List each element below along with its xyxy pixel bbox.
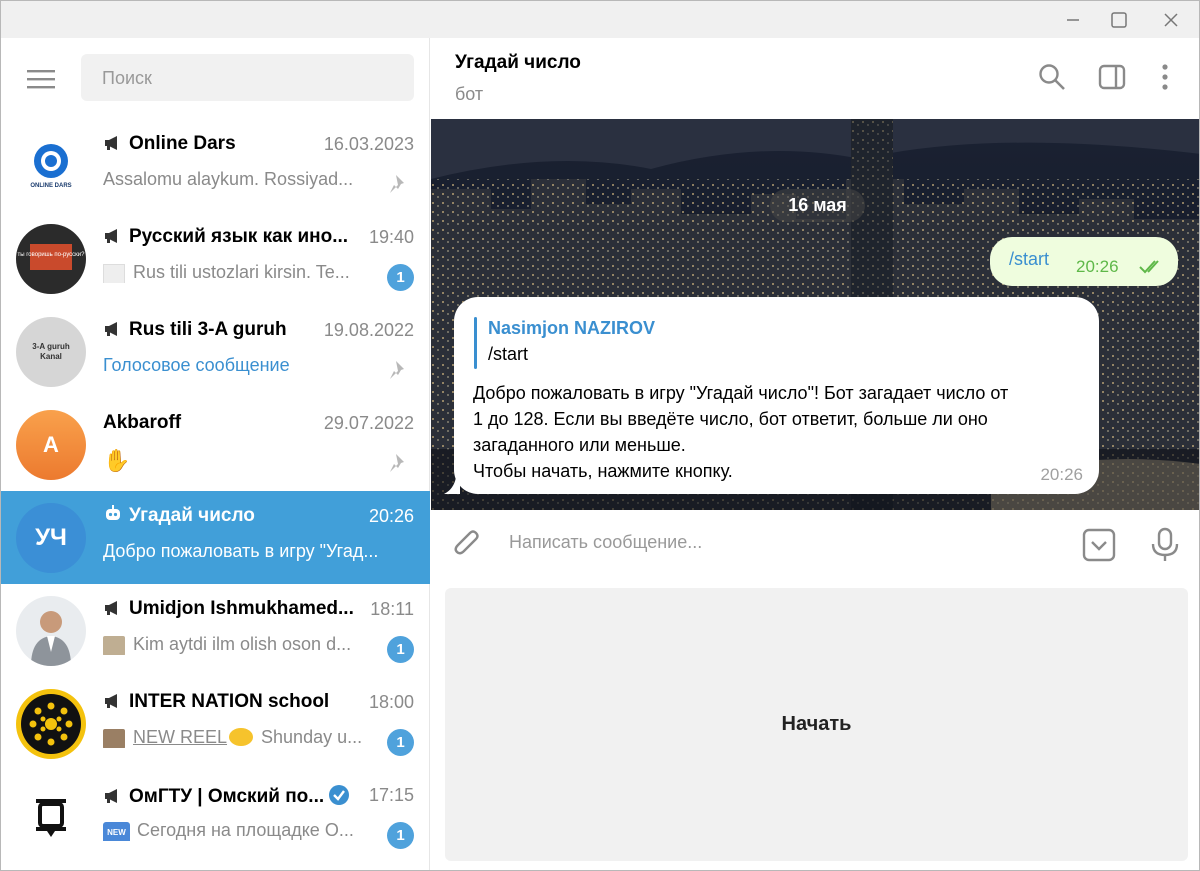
chat-time: 20:26: [368, 506, 414, 526]
chat-name: INTER NATION school: [103, 691, 363, 713]
maximize-button[interactable]: [1096, 1, 1142, 38]
thumbnail: [103, 264, 125, 283]
chat-item-online-dars[interactable]: ONLINE DARS Online Dars 16.03.2023 Assal…: [1, 119, 430, 212]
sunglasses-emoji-icon: [229, 728, 254, 746]
chat-item-umidjon[interactable]: Umidjon Ishmukhamed... 18:11 Kim aytdi i…: [1, 584, 430, 677]
search-icon[interactable]: [1037, 62, 1067, 92]
read-checkmarks-icon: [1139, 260, 1159, 274]
message-text: /start: [1009, 249, 1050, 269]
chat-name: Угадай число: [103, 505, 363, 527]
chat-time: 18:00: [368, 692, 414, 712]
chat-time: 18:11: [370, 599, 414, 619]
reply-text: /start: [488, 344, 529, 364]
unread-badge: 1: [387, 822, 414, 849]
close-button[interactable]: [1148, 1, 1194, 38]
minimize-icon: [1067, 18, 1079, 21]
incoming-message[interactable]: Nasimjon NAZIROV /start Добро пожаловать…: [444, 297, 1099, 494]
maximize-icon: [1111, 11, 1127, 28]
date-separator: 16 мая: [770, 189, 865, 222]
chat-header: Угадай число бот: [431, 38, 1199, 119]
more-options-icon[interactable]: [1150, 62, 1180, 92]
avatar: [16, 782, 86, 852]
search-input[interactable]: Поиск: [81, 54, 414, 101]
chat-preview: Assalomu alaykum. Rossiyad...: [103, 169, 354, 189]
avatar: [16, 596, 86, 666]
chat-item-omgtu[interactable]: ОмГТУ | Омский по... 17:15 NEW Сегодня на…: [1, 770, 430, 863]
chat-preview: NEW REEL Shunday u...: [103, 727, 378, 748]
reply-bar: [474, 317, 477, 369]
chat-title[interactable]: Угадай число: [455, 52, 581, 74]
chat-preview: Kim aytdi ilm olish oson d...: [103, 634, 378, 655]
pin-icon: [390, 175, 404, 193]
chat-item-ugaday-chislo[interactable]: УЧ Угадай число 20:26 Добро пожаловать в…: [1, 491, 430, 584]
bubble-tail: [444, 477, 460, 494]
svg-text:ты говоришь по-русски?: ты говоришь по-русски?: [18, 252, 86, 258]
avatar: ONLINE DARS: [16, 131, 86, 201]
outgoing-message[interactable]: /start 20:26: [990, 237, 1178, 286]
chat-time: 19.08.2022: [323, 320, 414, 340]
chat-time: 19:40: [368, 227, 414, 247]
chat-item-akbaroff[interactable]: A Akbaroff 29.07.2022 ✋: [1, 398, 430, 491]
preview-link: NEW REEL: [133, 727, 228, 747]
message-time: 20:26: [1040, 465, 1083, 484]
chat-name: ОмГТУ | Омский по...: [103, 784, 353, 808]
bot-keyboard-icon[interactable]: [1081, 527, 1117, 563]
avatar: 3-A guruh Kanal: [16, 317, 86, 387]
chat-time: 17:15: [368, 785, 414, 805]
chat-preview: Голосовое сообщение: [103, 355, 290, 375]
message-time: 20:26: [1076, 257, 1119, 276]
close-icon: [1164, 12, 1178, 27]
unread-badge: 1: [387, 636, 414, 663]
avatar: УЧ: [16, 503, 86, 573]
chat-item-rus-tili-3a[interactable]: 3-A guruh Kanal Rus tili 3-A guruh 19.08…: [1, 305, 430, 398]
chat-preview: Добро пожаловать в игру "Угад...: [103, 541, 379, 561]
bot-icon: [106, 505, 120, 520]
video-thumbnail: [103, 729, 125, 748]
new-emoji-icon: NEW: [103, 822, 130, 841]
avatar: A: [16, 410, 86, 480]
attach-icon[interactable]: [451, 528, 485, 562]
start-button[interactable]: Начать: [445, 588, 1188, 861]
chat-preview: ✋: [103, 448, 131, 473]
chat-time: 16.03.2023: [323, 134, 414, 154]
chat-item-inter-nation[interactable]: INTER NATION school 18:00 NEW REEL Shunda…: [1, 677, 430, 770]
menu-icon[interactable]: [23, 67, 59, 93]
reply-author[interactable]: Nasimjon NAZIROV: [488, 318, 655, 339]
chat-item-russkiy-yazyk[interactable]: ты говоришь по-русски? Русский язык как …: [1, 212, 430, 305]
chat-time: 29.07.2022: [323, 413, 414, 433]
message-input[interactable]: Написать сообщение...: [509, 532, 702, 553]
chat-subtitle: бот: [455, 84, 484, 104]
chat-name: Umidjon Ishmukhamed...: [103, 598, 363, 620]
pin-icon: [390, 454, 404, 472]
avatar: [16, 689, 86, 759]
verified-icon: [329, 785, 350, 805]
message-text: Добро пожаловать в игру "Угадай число"! …: [473, 383, 1009, 481]
microphone-icon[interactable]: [1148, 527, 1182, 563]
avatar: ты говоришь по-русски?: [16, 224, 86, 294]
bot-keyboard: Начать: [431, 580, 1199, 870]
minimize-button[interactable]: [1050, 1, 1096, 38]
chat-preview: NEW Сегодня на площадке О...: [103, 820, 378, 841]
telegram-window: Поиск ONLINE DARS Online Dars 16.03.2023…: [0, 0, 1200, 871]
pin-icon: [390, 361, 404, 379]
chat-name: Русский язык как ино...: [103, 226, 363, 248]
sidebar-toggle-icon[interactable]: [1097, 62, 1127, 92]
unread-badge: 1: [387, 729, 414, 756]
svg-text:ONLINE DARS: ONLINE DARS: [30, 183, 71, 189]
video-thumbnail: [103, 636, 125, 655]
channel-icon: [105, 136, 117, 150]
message-composer: Написать сообщение...: [431, 510, 1199, 580]
title-bar: [1, 1, 1199, 38]
unread-badge: 1: [387, 264, 414, 291]
chat-preview: Rus tili ustozlari kirsin. Te...: [103, 262, 378, 283]
